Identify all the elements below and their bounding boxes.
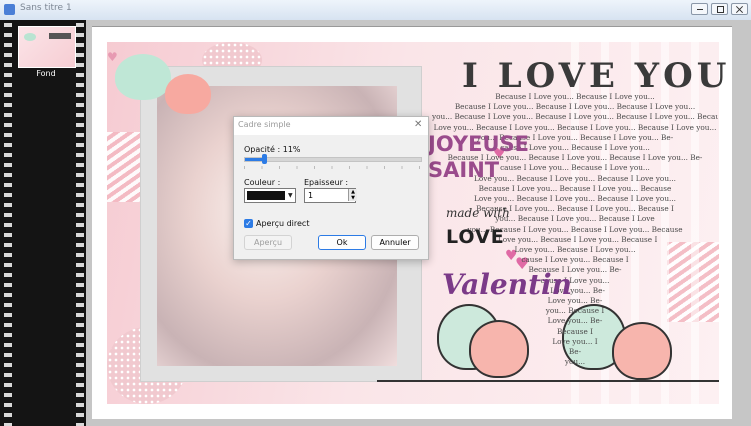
layers-panel: Fond (0, 20, 86, 426)
repeated-text-line: cause I Love you... Because I (521, 255, 629, 265)
dropdown-arrow-icon: ▼ (288, 192, 293, 199)
repeated-text-line: Be- (568, 347, 582, 357)
live-preview-checkbox[interactable]: ✓ (244, 219, 253, 228)
opacity-slider-thumb[interactable] (262, 154, 268, 164)
mint-heart-icon (115, 54, 171, 100)
made-with-text: made with (446, 206, 510, 220)
joyeuse-text: JOYEUSE SAINT (428, 131, 529, 183)
heart-baseline (377, 380, 719, 382)
joyeuse-line1: JOYEUSE (428, 132, 529, 156)
film-strip-right (76, 20, 84, 426)
opacity-label: Opacité : 11% (244, 145, 301, 154)
repeated-text-line: Because I Love you... Because I Love you… (454, 102, 696, 112)
minimize-button[interactable] (691, 3, 708, 15)
love-title: I LOVE YOU (462, 56, 731, 96)
thickness-label: Epaisseur : (304, 178, 349, 187)
coral-heart-icon (165, 74, 211, 114)
ok-button[interactable]: Ok (318, 235, 366, 250)
repeated-text-line: you... Because I Love you... Because I L… (432, 112, 718, 122)
layer-name[interactable]: Fond (18, 69, 74, 78)
small-pink-heart-icon: ♥ (107, 50, 118, 64)
preview-button[interactable]: Aperçu (244, 235, 292, 250)
app-icon (4, 4, 15, 15)
love-word: LOVE (446, 226, 505, 248)
window-title: Sans titre 1 (20, 3, 72, 13)
color-picker[interactable]: ▼ (244, 188, 296, 203)
spin-down-icon[interactable]: ▼ (348, 195, 357, 201)
slider-ticks (244, 166, 420, 169)
window-titlebar: Sans titre 1 (0, 0, 751, 21)
dialog-close-icon[interactable]: ✕ (414, 119, 422, 130)
repeated-text-line: Love you... I (552, 336, 598, 346)
joyeuse-line2: SAINT (428, 158, 500, 182)
thumbnail-title (49, 33, 71, 39)
dialog-titlebar: Cadre simple ✕ (234, 117, 428, 135)
thickness-input[interactable] (305, 189, 350, 202)
repeated-text-line: you... (564, 357, 586, 367)
cadre-simple-dialog: Cadre simple ✕ Opacité : 11% Couleur : ▼… (233, 116, 429, 260)
repeated-text-line: Because I Love you... Because I Love you… (495, 92, 655, 101)
color-swatch (247, 191, 285, 200)
thickness-stepper[interactable]: ▲ ▼ (304, 188, 357, 203)
layer-thumbnail[interactable] (18, 26, 76, 68)
live-preview-label[interactable]: Aperçu direct (256, 219, 309, 228)
valentin-text: Valentin (442, 268, 573, 301)
color-label: Couleur : (244, 178, 281, 187)
dialog-title: Cadre simple (238, 120, 291, 129)
close-window-button[interactable] (731, 3, 748, 15)
thumbnail-heart (24, 33, 36, 41)
minimize-icon (697, 9, 703, 10)
repeated-text-line: Because I (556, 326, 594, 336)
maximize-icon (717, 6, 724, 13)
maximize-button[interactable] (711, 3, 728, 15)
cancel-button[interactable]: Annuler (371, 235, 419, 250)
film-strip-left (4, 20, 12, 426)
repeated-text-line: Love you... Because I Love you... Becaus… (474, 194, 676, 204)
opacity-slider[interactable] (244, 154, 422, 164)
repeated-text-line: you... Because I (545, 306, 605, 316)
repeated-text-line: Because I Love you... Because I Love you… (478, 183, 672, 193)
repeated-text-line: Love you... Be- (547, 316, 603, 326)
